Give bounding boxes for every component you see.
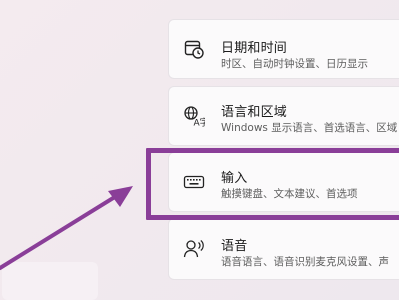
pointer-arrow xyxy=(0,186,133,270)
